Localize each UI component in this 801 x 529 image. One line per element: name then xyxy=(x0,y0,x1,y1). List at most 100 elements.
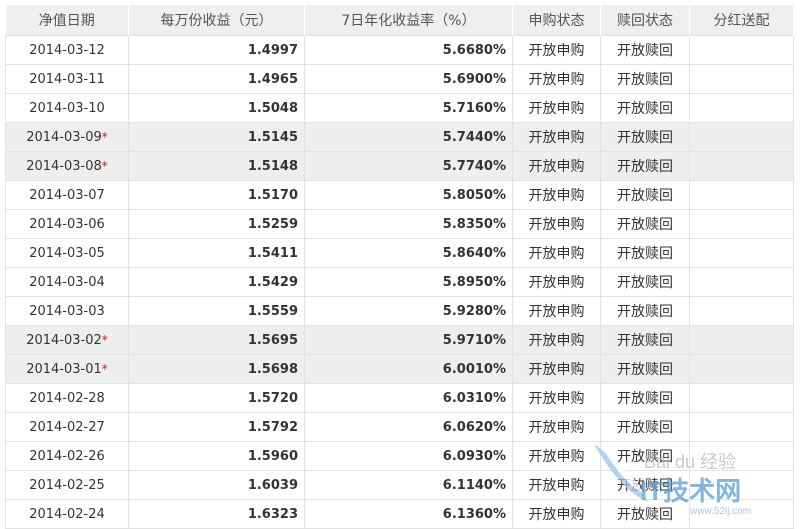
cell-dividend xyxy=(689,180,794,210)
cell-buy-status: 开放申购 xyxy=(512,354,601,384)
cell-dividend xyxy=(689,441,794,471)
cell-date: 2014-03-03 xyxy=(5,296,129,326)
cell-buy-status: 开放申购 xyxy=(512,64,601,94)
cell-redeem-status: 开放赎回 xyxy=(600,354,690,384)
cell-date: 2014-03-08* xyxy=(5,151,129,181)
cell-yield: 5.8950% xyxy=(304,267,513,297)
cell-redeem-status: 开放赎回 xyxy=(600,325,690,355)
cell-date: 2014-03-04 xyxy=(5,267,129,297)
cell-redeem-status: 开放赎回 xyxy=(600,412,690,442)
cell-redeem-status: 开放赎回 xyxy=(600,383,690,413)
fund-history-table: 净值日期 每万份收益（元） 7日年化收益率（%） 申购状态 赎回状态 分红送配 … xyxy=(5,5,794,529)
cell-income: 1.5411 xyxy=(128,238,305,268)
cell-yield: 5.6680% xyxy=(304,35,513,65)
cell-yield: 5.9710% xyxy=(304,325,513,355)
cell-buy-status: 开放申购 xyxy=(512,151,601,181)
cell-redeem-status: 开放赎回 xyxy=(600,180,690,210)
table-row: 2014-02-28 1.5720 6.0310% 开放申购 开放赎回 xyxy=(5,383,794,413)
date-value: 2014-03-08 xyxy=(26,158,102,174)
cell-date: 2014-03-06 xyxy=(5,209,129,239)
column-header-yield[interactable]: 7日年化收益率（%） xyxy=(304,5,513,36)
date-value: 2014-03-05 xyxy=(29,245,105,261)
cell-dividend xyxy=(689,354,794,384)
cell-buy-status: 开放申购 xyxy=(512,296,601,326)
date-value: 2014-02-28 xyxy=(29,390,105,406)
cell-dividend xyxy=(689,383,794,413)
table-row: 2014-02-27 1.5792 6.0620% 开放申购 开放赎回 xyxy=(5,412,794,442)
date-value: 2014-03-03 xyxy=(29,303,105,319)
cell-buy-status: 开放申购 xyxy=(512,470,601,500)
column-header-date[interactable]: 净值日期 xyxy=(5,5,129,36)
cell-income: 1.5559 xyxy=(128,296,305,326)
cell-dividend xyxy=(689,122,794,152)
date-value: 2014-02-26 xyxy=(29,448,105,464)
cell-yield: 6.0620% xyxy=(304,412,513,442)
column-header-buy-status[interactable]: 申购状态 xyxy=(512,5,601,36)
column-header-income[interactable]: 每万份收益（元） xyxy=(128,5,305,36)
cell-date: 2014-03-05 xyxy=(5,238,129,268)
cell-redeem-status: 开放赎回 xyxy=(600,296,690,326)
column-header-redeem-status[interactable]: 赎回状态 xyxy=(600,5,690,36)
cell-date: 2014-03-07 xyxy=(5,180,129,210)
column-header-dividend[interactable]: 分红送配 xyxy=(689,5,794,36)
date-value: 2014-03-09 xyxy=(26,129,102,145)
cell-buy-status: 开放申购 xyxy=(512,35,601,65)
cell-date: 2014-03-11 xyxy=(5,64,129,94)
cell-income: 1.5960 xyxy=(128,441,305,471)
table-row: 2014-03-11 1.4965 5.6900% 开放申购 开放赎回 xyxy=(5,64,794,94)
cell-dividend xyxy=(689,499,794,529)
cell-redeem-status: 开放赎回 xyxy=(600,209,690,239)
cell-buy-status: 开放申购 xyxy=(512,412,601,442)
cell-dividend xyxy=(689,93,794,123)
cell-redeem-status: 开放赎回 xyxy=(600,499,690,529)
table-row: 2014-03-09* 1.5145 5.7440% 开放申购 开放赎回 xyxy=(5,122,794,152)
cell-yield: 5.9280% xyxy=(304,296,513,326)
cell-income: 1.4997 xyxy=(128,35,305,65)
cell-redeem-status: 开放赎回 xyxy=(600,93,690,123)
cell-income: 1.4965 xyxy=(128,64,305,94)
table-row: 2014-02-24 1.6323 6.1360% 开放申购 开放赎回 xyxy=(5,499,794,529)
cell-buy-status: 开放申购 xyxy=(512,238,601,268)
cell-redeem-status: 开放赎回 xyxy=(600,122,690,152)
cell-buy-status: 开放申购 xyxy=(512,441,601,471)
holiday-marker: * xyxy=(101,361,108,376)
cell-date: 2014-03-02* xyxy=(5,325,129,355)
cell-date: 2014-02-25 xyxy=(5,470,129,500)
date-value: 2014-03-07 xyxy=(29,187,105,203)
date-value: 2014-03-11 xyxy=(29,71,105,87)
cell-dividend xyxy=(689,151,794,181)
cell-buy-status: 开放申购 xyxy=(512,209,601,239)
cell-income: 1.5698 xyxy=(128,354,305,384)
table-row: 2014-03-10 1.5048 5.7160% 开放申购 开放赎回 xyxy=(5,93,794,123)
table-row: 2014-03-12 1.4997 5.6680% 开放申购 开放赎回 xyxy=(5,35,794,65)
cell-dividend xyxy=(689,296,794,326)
cell-date: 2014-03-12 xyxy=(5,35,129,65)
cell-dividend xyxy=(689,64,794,94)
date-value: 2014-03-10 xyxy=(29,100,105,116)
cell-date: 2014-02-24 xyxy=(5,499,129,529)
cell-yield: 6.1360% xyxy=(304,499,513,529)
cell-income: 1.6039 xyxy=(128,470,305,500)
cell-income: 1.5720 xyxy=(128,383,305,413)
cell-yield: 5.8050% xyxy=(304,180,513,210)
date-value: 2014-03-02 xyxy=(26,332,102,348)
date-value: 2014-02-27 xyxy=(29,419,105,435)
cell-dividend xyxy=(689,325,794,355)
cell-buy-status: 开放申购 xyxy=(512,267,601,297)
table-row: 2014-03-02* 1.5695 5.9710% 开放申购 开放赎回 xyxy=(5,325,794,355)
cell-redeem-status: 开放赎回 xyxy=(600,35,690,65)
date-value: 2014-02-24 xyxy=(29,506,105,522)
holiday-marker: * xyxy=(101,129,108,144)
table-row: 2014-02-25 1.6039 6.1140% 开放申购 开放赎回 xyxy=(5,470,794,500)
cell-yield: 6.0930% xyxy=(304,441,513,471)
cell-buy-status: 开放申购 xyxy=(512,383,601,413)
cell-dividend xyxy=(689,35,794,65)
cell-income: 1.5695 xyxy=(128,325,305,355)
cell-income: 1.6323 xyxy=(128,499,305,529)
cell-buy-status: 开放申购 xyxy=(512,325,601,355)
table-row: 2014-03-03 1.5559 5.9280% 开放申购 开放赎回 xyxy=(5,296,794,326)
cell-income: 1.5429 xyxy=(128,267,305,297)
cell-dividend xyxy=(689,470,794,500)
cell-yield: 5.8640% xyxy=(304,238,513,268)
date-value: 2014-03-12 xyxy=(29,42,105,58)
